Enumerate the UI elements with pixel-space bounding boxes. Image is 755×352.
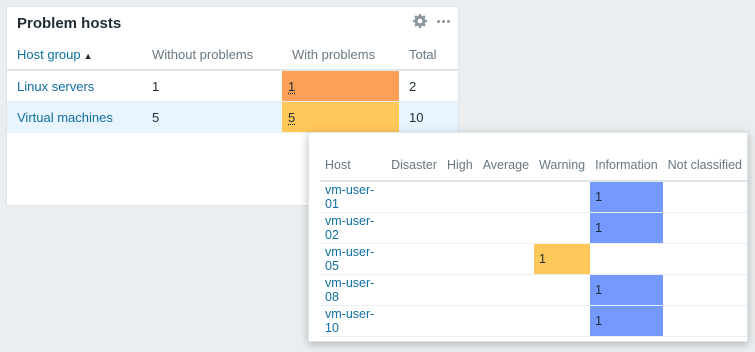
with-problems-cell[interactable]: 5: [282, 101, 399, 133]
not-classified-cell: [662, 305, 747, 337]
high-cell: [441, 212, 478, 244]
host-problems-popup: Host Disaster High Average Warning Infor…: [308, 132, 748, 342]
warning-cell: [534, 212, 591, 244]
host-cell: vm-user-10: [320, 305, 387, 337]
table-row: vm-user-02 1: [320, 212, 747, 244]
high-cell: [441, 243, 478, 275]
disaster-cell: [386, 274, 442, 306]
host-cell: vm-user-05: [320, 243, 387, 275]
with-problems-count[interactable]: 1: [288, 79, 295, 94]
host-cell: vm-user-02: [320, 212, 387, 244]
with-problems-count[interactable]: 5: [288, 110, 295, 125]
table-row: vm-user-08 1: [320, 274, 747, 306]
warning-cell: [534, 305, 591, 337]
host-link[interactable]: vm-user-08: [325, 276, 374, 304]
total-cell: 10: [399, 101, 458, 133]
information-cell[interactable]: 1: [590, 181, 663, 213]
host-cell: vm-user-01: [320, 181, 387, 213]
host-group-table: Host group ▲ Without problems With proble…: [7, 39, 458, 133]
high-cell: [441, 274, 478, 306]
gear-icon[interactable]: [413, 14, 427, 28]
table-row: Linux servers 1 1 2: [7, 70, 458, 102]
with-problems-cell[interactable]: 1: [282, 70, 399, 102]
column-header-information: Information: [590, 149, 663, 182]
information-cell[interactable]: 1: [590, 274, 663, 306]
without-problems-cell: 1: [142, 70, 282, 102]
average-cell: [477, 181, 535, 213]
host-group-cell: Linux servers: [7, 70, 142, 102]
host-problems-table: Host Disaster High Average Warning Infor…: [320, 149, 747, 337]
column-header-with-problems: With problems: [282, 39, 399, 71]
table-row: vm-user-01 1: [320, 181, 747, 213]
disaster-cell: [386, 212, 442, 244]
information-cell[interactable]: 1: [590, 305, 663, 337]
widget-title: Problem hosts: [17, 15, 122, 32]
without-problems-cell: 5: [142, 101, 282, 133]
warning-cell[interactable]: 1: [534, 243, 591, 275]
disaster-cell: [386, 243, 442, 275]
host-cell: vm-user-08: [320, 274, 387, 306]
information-cell: [590, 243, 663, 275]
high-cell: [441, 181, 478, 213]
information-cell[interactable]: 1: [590, 212, 663, 244]
table-row: vm-user-10 1: [320, 305, 747, 337]
widget-header-actions: [413, 14, 450, 28]
total-cell: 2: [399, 70, 458, 102]
widget-header: Problem hosts: [7, 7, 458, 39]
host-link[interactable]: vm-user-02: [325, 214, 374, 242]
disaster-cell: [386, 305, 442, 337]
not-classified-cell: [662, 212, 747, 244]
high-cell: [441, 305, 478, 337]
warning-cell: [534, 181, 591, 213]
disaster-cell: [386, 181, 442, 213]
column-header-average: Average: [477, 149, 535, 182]
column-header-not-classified: Not classified: [662, 149, 747, 182]
column-header-host: Host: [320, 149, 387, 182]
host-link[interactable]: vm-user-10: [325, 307, 374, 335]
more-options-icon[interactable]: [437, 19, 450, 23]
column-header-high: High: [441, 149, 478, 182]
average-cell: [477, 305, 535, 337]
table-row: Virtual machines 5 5 10: [7, 101, 458, 133]
host-link[interactable]: vm-user-01: [325, 183, 374, 211]
not-classified-cell: [662, 181, 747, 213]
column-header-without-problems: Without problems: [142, 39, 282, 71]
table-header-row: Host Disaster High Average Warning Infor…: [320, 149, 747, 182]
column-header-warning: Warning: [534, 149, 591, 182]
column-header-host-group[interactable]: Host group ▲: [7, 39, 142, 71]
average-cell: [477, 212, 535, 244]
host-group-cell: Virtual machines: [7, 101, 142, 133]
table-row: vm-user-05 1: [320, 243, 747, 275]
average-cell: [477, 243, 535, 275]
not-classified-cell: [662, 274, 747, 306]
host-group-link[interactable]: Virtual machines: [17, 110, 113, 125]
host-group-link[interactable]: Linux servers: [17, 79, 94, 94]
sort-ascending-icon: ▲: [83, 50, 93, 61]
column-header-total: Total: [399, 39, 458, 71]
warning-cell: [534, 274, 591, 306]
host-link[interactable]: vm-user-05: [325, 245, 374, 273]
not-classified-cell: [662, 243, 747, 275]
average-cell: [477, 274, 535, 306]
column-header-disaster: Disaster: [386, 149, 442, 182]
table-header-row: Host group ▲ Without problems With proble…: [7, 39, 458, 71]
